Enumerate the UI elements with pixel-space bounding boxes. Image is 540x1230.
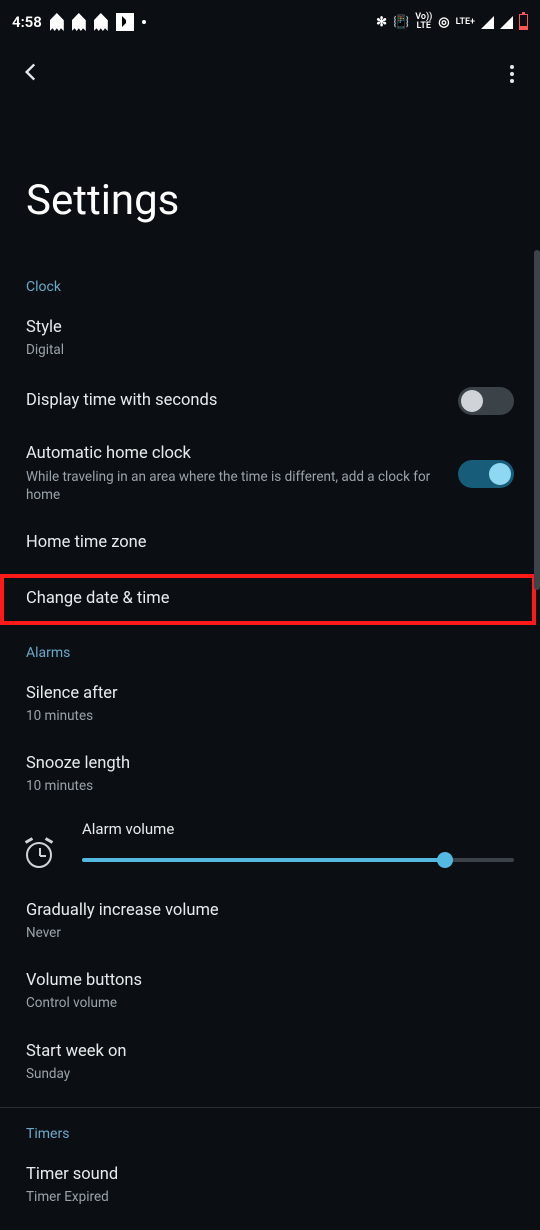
pref-silence-after[interactable]: Silence after 10 minutes — [0, 669, 540, 739]
snapchat-icon — [72, 13, 86, 31]
pref-alarm-volume: Alarm volume — [0, 810, 540, 886]
bluetooth-icon: ✻ — [376, 15, 387, 30]
vibrate-icon: 📳 — [393, 15, 409, 30]
pref-change-date-time[interactable]: Change date & time — [4, 578, 532, 620]
pref-title: Timer sound — [26, 1164, 514, 1186]
app-bar — [0, 44, 540, 104]
pref-auto-home-clock[interactable]: Automatic home clock While traveling in … — [0, 429, 540, 518]
status-time: 4:58 — [12, 13, 42, 31]
pref-title: Home time zone — [26, 532, 514, 554]
more-notifications-icon — [142, 20, 146, 24]
pref-title: Start week on — [26, 1041, 514, 1063]
toggle-auto-home-clock[interactable] — [458, 460, 514, 488]
pref-title: Automatic home clock — [26, 443, 438, 465]
hotspot-icon: ◎ — [438, 15, 449, 30]
toggle-display-seconds[interactable] — [458, 387, 514, 415]
pref-subtitle: While traveling in an area where the tim… — [26, 468, 438, 504]
overflow-menu-button[interactable] — [502, 57, 522, 91]
status-bar: 4:58 ✻ 📳 Vo))LTE ◎ LTE+ — [0, 0, 540, 44]
pref-volume-buttons[interactable]: Volume buttons Control volume — [0, 956, 540, 1026]
highlight-change-date-time: Change date & time — [0, 574, 536, 624]
slider-label: Alarm volume — [82, 820, 514, 838]
pref-subtitle: Timer Expired — [26, 1188, 514, 1206]
pref-style[interactable]: Style Digital — [0, 303, 540, 373]
section-divider — [0, 1107, 540, 1108]
settings-list: Settings Clock Style Digital Display tim… — [0, 104, 540, 1230]
snapchat-icon — [50, 13, 64, 31]
alarm-volume-slider[interactable] — [82, 858, 514, 862]
scrollbar[interactable] — [534, 250, 540, 590]
signal-icon — [481, 16, 494, 29]
pref-timer-gradually-increase[interactable]: Gradually increase volume — [0, 1221, 540, 1230]
pref-start-week-on[interactable]: Start week on Sunday — [0, 1027, 540, 1097]
page-title: Settings — [0, 104, 540, 265]
pref-subtitle: Control volume — [26, 994, 514, 1012]
pref-subtitle: Never — [26, 924, 514, 942]
pref-title: Style — [26, 317, 514, 339]
pref-title: Silence after — [26, 683, 514, 705]
pref-snooze-length[interactable]: Snooze length 10 minutes — [0, 739, 540, 809]
volte-icon: Vo))LTE — [415, 13, 432, 31]
back-button[interactable] — [18, 59, 44, 89]
pref-title: Snooze length — [26, 753, 514, 775]
pref-title: Change date & time — [26, 588, 510, 610]
signal-secondary-icon — [500, 16, 513, 29]
pref-subtitle: 10 minutes — [26, 707, 514, 725]
pref-gradually-increase-volume[interactable]: Gradually increase volume Never — [0, 886, 540, 956]
section-header-alarms: Alarms — [0, 631, 540, 669]
lte-label: LTE+ — [456, 18, 475, 27]
pref-subtitle: Digital — [26, 341, 514, 359]
section-header-timers: Timers — [0, 1112, 540, 1150]
pref-home-time-zone[interactable]: Home time zone — [0, 518, 540, 568]
pref-subtitle: 10 minutes — [26, 777, 514, 795]
pref-title: Display time with seconds — [26, 390, 438, 412]
battery-low-icon — [519, 14, 528, 30]
pref-title: Volume buttons — [26, 970, 514, 992]
media-icon — [116, 13, 134, 31]
alarm-clock-icon — [26, 842, 52, 868]
pref-subtitle: Sunday — [26, 1065, 514, 1083]
pref-timer-sound[interactable]: Timer sound Timer Expired — [0, 1150, 540, 1220]
pref-title: Gradually increase volume — [26, 900, 514, 922]
pref-display-seconds[interactable]: Display time with seconds — [0, 373, 540, 429]
snapchat-icon — [94, 13, 108, 31]
section-header-clock: Clock — [0, 265, 540, 303]
